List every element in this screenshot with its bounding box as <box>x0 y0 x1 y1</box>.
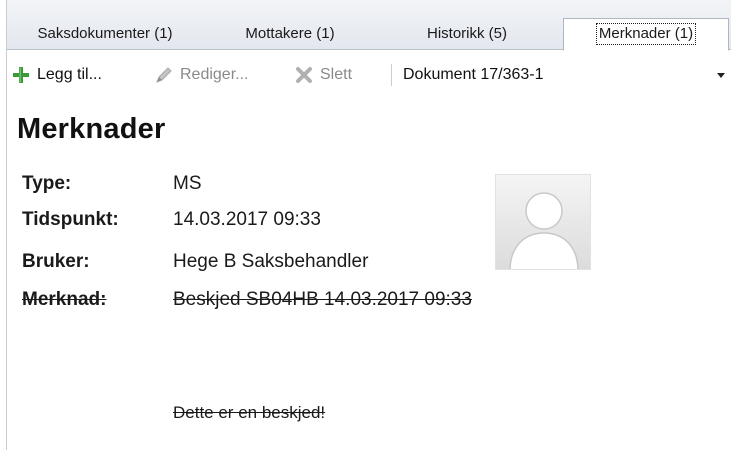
tab-saksdokumenter[interactable]: Saksdokumenter (1) <box>15 20 195 50</box>
type-value: MS <box>173 173 202 194</box>
add-button[interactable]: Legg til... <box>11 60 102 90</box>
delete-button[interactable]: Slett <box>294 60 352 90</box>
add-button-label: Legg til... <box>37 66 102 83</box>
user-label: Bruker: <box>22 251 90 272</box>
chevron-down-icon[interactable] <box>717 73 725 78</box>
note-label: Merknad: <box>22 289 107 310</box>
tab-merknader-label: Merknader (1) <box>595 23 697 45</box>
time-value: 14.03.2017 09:33 <box>173 209 321 230</box>
x-icon <box>294 65 314 85</box>
user-placeholder-icon <box>495 174 591 270</box>
tab-historikk[interactable]: Historikk (5) <box>382 20 552 50</box>
page-title: Merknader <box>17 113 166 145</box>
plus-icon <box>11 65 31 85</box>
note-value: Beskjed SB04HB 14.03.2017 09:33 <box>173 289 472 310</box>
document-select-value: Dokument 17/363-1 <box>403 66 544 83</box>
user-value: Hege B Saksbehandler <box>173 251 369 272</box>
time-label: Tidspunkt: <box>22 209 119 230</box>
tab-strip: Saksdokumenter (1) Mottakere (1) Histori… <box>7 0 731 51</box>
pencil-icon <box>154 65 174 85</box>
edit-button[interactable]: Rediger... <box>154 60 248 90</box>
notes-panel: Saksdokumenter (1) Mottakere (1) Histori… <box>6 0 731 450</box>
tab-merknader[interactable]: Merknader (1) <box>563 18 729 51</box>
type-label: Type: <box>22 173 72 194</box>
edit-button-label: Rediger... <box>180 66 249 83</box>
tab-mottakere[interactable]: Mottakere (1) <box>211 20 369 50</box>
toolbar-separator <box>391 64 392 86</box>
toolbar: Legg til... Rediger... Slett Dokument 17… <box>7 51 731 99</box>
note-body: Dette er en beskjed! <box>173 403 326 422</box>
delete-button-label: Slett <box>320 66 353 83</box>
document-select[interactable]: Dokument 17/363-1 <box>401 62 729 88</box>
